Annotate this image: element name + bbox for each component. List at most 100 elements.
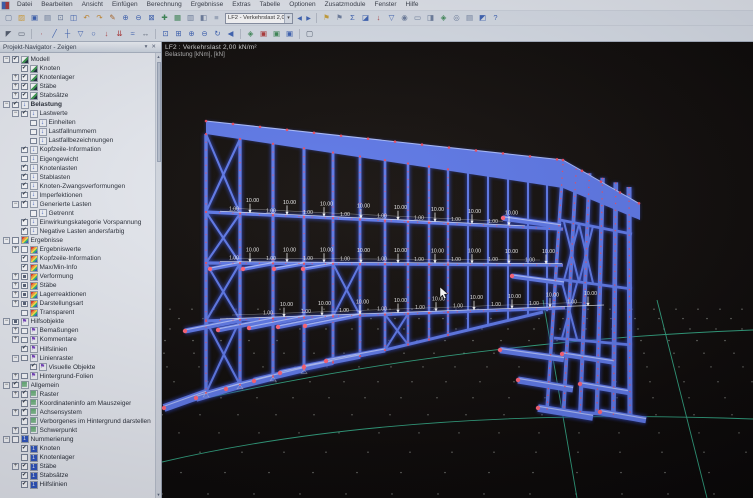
visibility-checkbox[interactable]: ✔ — [21, 346, 28, 353]
tree-expander[interactable]: − — [3, 101, 10, 108]
visibility-checkbox[interactable]: ✔ — [21, 472, 28, 479]
tree-expander[interactable]: + — [12, 291, 19, 298]
scrollbar-thumb[interactable] — [157, 62, 161, 162]
tree-item-max-min-info[interactable]: ✔Max/Min-Info — [0, 263, 155, 272]
node-tool-icon[interactable]: ∙ — [35, 28, 48, 40]
visibility-checkbox[interactable]: ✔ — [21, 201, 28, 208]
tree-item-darstellungsart[interactable]: +Darstellungsart — [0, 299, 155, 308]
show-numbering-icon[interactable]: ◉ — [398, 12, 411, 24]
member-set-icon[interactable]: ┼ — [61, 28, 74, 40]
visibility-checkbox[interactable]: ✔ — [21, 192, 28, 199]
node-dot[interactable] — [183, 329, 187, 333]
tree-item-achsensystem[interactable]: +✔▦Achsensystem — [0, 408, 155, 417]
tree-expander[interactable]: + — [12, 336, 19, 343]
tree-item-knotenlasten[interactable]: ✔↓Knotenlasten — [0, 164, 155, 173]
node-dot[interactable] — [578, 382, 582, 386]
menu-item-einf-gen[interactable]: Einfügen — [108, 0, 142, 10]
menu-item-zusatzmodule[interactable]: Zusatzmodule — [321, 0, 370, 10]
visibility-checkbox[interactable]: ✔ — [12, 56, 19, 63]
node-dot[interactable] — [272, 267, 276, 271]
tree-item-lastwerte[interactable]: −✔↓Lastwerte — [0, 109, 155, 118]
chevron-down-icon[interactable]: ▾ — [284, 14, 292, 23]
rotate-view-icon[interactable]: ↻ — [211, 28, 224, 40]
tree-item-lastfallnummern[interactable]: ↓Lastfallnummern — [0, 127, 155, 136]
tree-item-allgemein[interactable]: −✔▦Allgemein — [0, 381, 155, 390]
visibility-checkbox[interactable]: ✔ — [21, 65, 28, 72]
visibility-checkbox[interactable]: ✔ — [21, 92, 28, 99]
pin-panel-button[interactable]: ▾ — [143, 44, 150, 50]
scroll-up-icon[interactable]: ▲ — [156, 53, 161, 60]
model-scene[interactable]: 10.001.0010.001.0010.001.0010.001.0010.0… — [162, 42, 753, 498]
visibility-checkbox[interactable]: ✔ — [21, 255, 28, 262]
visibility-checkbox[interactable] — [12, 319, 19, 326]
tree-expander[interactable]: + — [12, 391, 19, 398]
menu-item-tabelle[interactable]: Tabelle — [256, 0, 285, 10]
tree-expander[interactable]: − — [3, 382, 10, 389]
tree-item-einheiten[interactable]: ↓Einheiten — [0, 118, 155, 127]
tree-item-verborgenes-im-hintergrund-darstellen[interactable]: ✔▦Verborgenes im Hintergrund darstellen — [0, 417, 155, 426]
tree-item-hilfsobjekte[interactable]: −⚑Hilfsobjekte — [0, 317, 155, 326]
tree-item-kommentare[interactable]: +⚑Kommentare — [0, 335, 155, 344]
visibility-checkbox[interactable]: ✔ — [30, 364, 37, 371]
tree-expander[interactable]: + — [12, 282, 19, 289]
visibility-checkbox[interactable]: ✔ — [21, 147, 28, 154]
visibility-checkbox[interactable] — [21, 355, 28, 362]
tree-expander[interactable]: + — [12, 463, 19, 470]
tree-expander[interactable]: − — [3, 237, 10, 244]
tree-item-imperfektionen[interactable]: ✔↓Imperfektionen — [0, 191, 155, 200]
new-file-icon[interactable]: ▢ — [2, 12, 15, 24]
new-load-case-icon[interactable]: ⚑ — [320, 12, 333, 24]
sheet-icon[interactable]: ▥ — [184, 12, 197, 24]
open-file-icon[interactable]: ▨ — [15, 12, 28, 24]
menu-item-datei[interactable]: Datei — [13, 0, 36, 10]
tree-item-transparent[interactable]: Transparent — [0, 308, 155, 317]
node-dot[interactable] — [224, 387, 228, 391]
visibility-checkbox[interactable] — [21, 427, 28, 434]
tree-item-ergebniswerte[interactable]: +Ergebniswerte — [0, 245, 155, 254]
zoom-in-2-icon[interactable]: ⊕ — [185, 28, 198, 40]
show-supports-icon[interactable]: ▽ — [385, 12, 398, 24]
zoom-all-icon[interactable]: ⊡ — [159, 28, 172, 40]
tree-item-generierte-lasten[interactable]: −✔↓Generierte Lasten — [0, 200, 155, 209]
edit-icon[interactable]: ✎ — [106, 12, 119, 24]
tree-item-negative-lasten-andersfarbig[interactable]: ✔↓Negative Lasten andersfarbig — [0, 227, 155, 236]
view-y-icon[interactable]: ▣ — [270, 28, 283, 40]
wireframe-icon[interactable]: ▭ — [411, 12, 424, 24]
tree-item-koordinateninfo-am-mauszeiger[interactable]: ✔▦Koordinateninfo am Mauszeiger — [0, 399, 155, 408]
tree-item-visuelle-objekte[interactable]: ✔⚑Visuelle Objekte — [0, 363, 155, 372]
tree-expander[interactable]: + — [12, 327, 19, 334]
menu-item-optionen[interactable]: Optionen — [285, 0, 319, 10]
visibility-checkbox[interactable] — [30, 210, 37, 217]
menu-item-ergebnisse[interactable]: Ergebnisse — [187, 0, 228, 10]
tree-item-ergebnisse[interactable]: −Ergebnisse — [0, 236, 155, 245]
calculate-icon[interactable]: Σ — [346, 12, 359, 24]
tree-item-belastung[interactable]: −✔↓Belastung — [0, 100, 155, 109]
tree-item-knoten[interactable]: ✔Knoten — [0, 64, 155, 73]
menu-item-extras[interactable]: Extras — [228, 0, 254, 10]
tree-item-st-be[interactable]: +Stäbe — [0, 281, 155, 290]
tree-item-knotenlager[interactable]: 1Knotenlager — [0, 453, 155, 462]
tree-expander[interactable]: + — [12, 74, 19, 81]
help-icon[interactable]: ? — [489, 12, 502, 24]
node-dot[interactable] — [247, 326, 251, 330]
visibility-checkbox[interactable] — [21, 301, 28, 308]
load-case-next-button[interactable]: ▶ — [304, 13, 313, 24]
node-dot[interactable] — [208, 267, 212, 271]
tree-expander[interactable]: + — [12, 409, 19, 416]
node-dot[interactable] — [162, 406, 166, 410]
visibility-checkbox[interactable]: ✔ — [12, 102, 19, 109]
visibility-checkbox[interactable] — [12, 237, 19, 244]
visibility-checkbox[interactable]: ✔ — [21, 264, 28, 271]
close-panel-button[interactable]: ✕ — [149, 44, 158, 50]
tree-expander[interactable]: − — [12, 355, 19, 362]
tree-item-bema-ungen[interactable]: +⚑Bemaßungen — [0, 326, 155, 335]
tree-item-raster[interactable]: +✔▦Raster — [0, 390, 155, 399]
menu-item-fenster[interactable]: Fenster — [370, 0, 400, 10]
node-dot[interactable] — [301, 267, 305, 271]
tree-expander[interactable]: + — [12, 300, 19, 307]
camera-icon[interactable]: ◎ — [450, 12, 463, 24]
tree-item-hintergrund-folien[interactable]: +⚑Hintergrund-Folien — [0, 372, 155, 381]
visibility-checkbox[interactable]: ✔ — [21, 174, 28, 181]
tree-item-st-be[interactable]: +✔Stäbe — [0, 82, 155, 91]
tree-item-getrennt[interactable]: ↓Getrennt — [0, 209, 155, 218]
